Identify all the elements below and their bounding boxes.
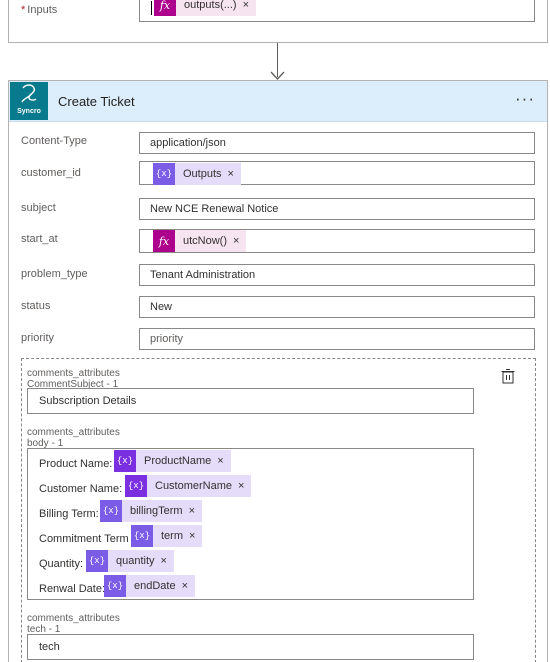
delete-item-icon[interactable]: [500, 368, 516, 384]
dynamic-content-token[interactable]: {x} ProductName ×: [114, 450, 231, 472]
card-title: Create Ticket: [58, 94, 135, 109]
content-type-label: Content-Type: [21, 135, 88, 147]
variable-icon: {x}: [86, 550, 108, 572]
problem-type-field[interactable]: Tenant Administration: [139, 264, 535, 286]
fx-icon: fx: [153, 230, 175, 252]
variable-icon: {x}: [153, 163, 175, 185]
dynamic-content-token[interactable]: {x} Outputs ×: [153, 163, 241, 185]
body-line-prefix: Customer Name:: [39, 483, 123, 495]
content-type-field[interactable]: application/json: [139, 132, 535, 154]
card-header[interactable]: Syncro Create Ticket ···: [9, 81, 547, 122]
comment-tech-label: comments_attributes: [27, 613, 120, 624]
status-label: status: [21, 300, 51, 312]
start-at-field[interactable]: fx utcNow() ×: [139, 229, 535, 253]
comment-subject-field[interactable]: Subscription Details: [27, 388, 474, 414]
token-label: quantity: [116, 555, 155, 567]
expression-token[interactable]: fx utcNow() ×: [153, 230, 247, 252]
variable-icon: {x}: [114, 450, 136, 472]
token-label: term: [161, 530, 183, 542]
syncro-logo: Syncro: [10, 82, 48, 120]
token-label: ProductName: [144, 455, 212, 467]
customer-id-field[interactable]: {x} Outputs ×: [139, 161, 535, 185]
remove-token-icon[interactable]: ×: [155, 555, 174, 567]
body-line-prefix: Commitment Term: [39, 533, 129, 545]
subject-field[interactable]: New NCE Renewal Notice: [139, 198, 535, 220]
token-label: endDate: [134, 580, 176, 592]
token-label: billingTerm: [130, 505, 183, 517]
remove-token-icon[interactable]: ×: [222, 168, 241, 180]
variable-icon: {x}: [100, 500, 122, 522]
comment-body-label: comments_attributes: [27, 427, 120, 438]
token-label: utcNow(): [183, 235, 228, 247]
inputs-label-text: Inputs: [27, 4, 58, 16]
inputs-label: * Inputs: [21, 4, 57, 16]
remove-token-icon[interactable]: ×: [176, 580, 195, 592]
dynamic-content-token[interactable]: {x} quantity ×: [86, 550, 174, 572]
body-line-prefix: Billing Term:: [39, 508, 99, 520]
priority-field[interactable]: priority: [139, 328, 535, 350]
problem-type-label: problem_type: [21, 268, 88, 280]
status-field[interactable]: New: [139, 296, 535, 318]
body-line-prefix: Product Name:: [39, 458, 113, 470]
logo-text: Syncro: [17, 108, 41, 115]
dynamic-content-token[interactable]: {x} term ×: [131, 525, 203, 547]
comment-tech-field[interactable]: tech: [27, 634, 474, 660]
start-at-label: start_at: [21, 233, 58, 245]
body-line-prefix: Renwal Date:: [39, 583, 106, 595]
token-label: Outputs: [183, 168, 222, 180]
variable-icon: {x}: [125, 475, 147, 497]
comment-body-field[interactable]: Product Name: {x} ProductName × Customer…: [27, 448, 474, 600]
dynamic-content-token[interactable]: {x} endDate ×: [104, 575, 196, 597]
token-label: CustomerName: [155, 480, 233, 492]
expression-token[interactable]: fx outputs(...) ×: [154, 0, 257, 16]
text-caret: [151, 1, 152, 15]
dynamic-content-token[interactable]: {x} billingTerm ×: [100, 500, 203, 522]
create-ticket-card: Syncro Create Ticket ··· Content-Type ap…: [8, 80, 548, 662]
fx-icon: fx: [154, 0, 176, 16]
token-label: outputs(...): [184, 0, 237, 11]
required-mark: *: [21, 4, 26, 16]
remove-token-icon[interactable]: ×: [183, 530, 202, 542]
variable-icon: {x}: [131, 525, 153, 547]
priority-label: priority: [21, 332, 55, 344]
remove-token-icon[interactable]: ×: [211, 455, 230, 467]
inputs-field[interactable]: fx outputs(...) ×: [139, 0, 535, 22]
previous-action-card: * Inputs fx outputs(...) ×: [8, 0, 548, 43]
remove-token-icon[interactable]: ×: [232, 480, 251, 492]
remove-token-icon[interactable]: ×: [227, 235, 246, 247]
subject-label: subject: [21, 202, 56, 214]
comment-subject-label: comments_attributes: [27, 368, 120, 379]
variable-icon: {x}: [104, 575, 126, 597]
remove-token-icon[interactable]: ×: [183, 505, 202, 517]
remove-token-icon[interactable]: ×: [237, 0, 256, 11]
syncro-logo-icon: [21, 84, 37, 103]
body-line-prefix: Quantity:: [39, 558, 84, 570]
more-options-icon[interactable]: ···: [515, 89, 535, 109]
dynamic-content-token[interactable]: {x} CustomerName ×: [125, 475, 252, 497]
arrow-down-icon: [270, 71, 285, 80]
customer-id-label: customer_id: [21, 167, 81, 179]
